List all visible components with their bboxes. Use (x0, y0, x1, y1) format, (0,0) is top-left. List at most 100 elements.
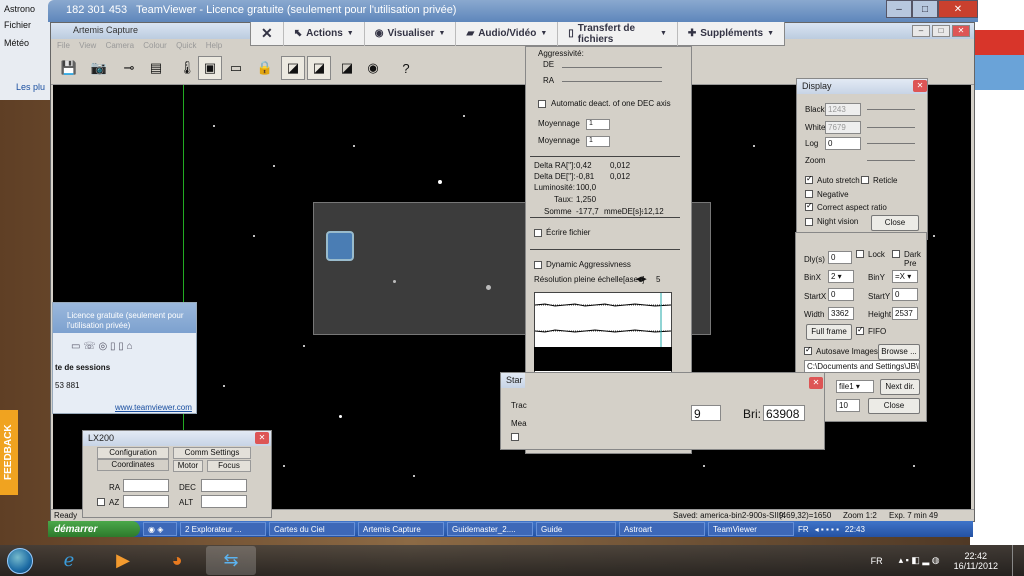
display-icon[interactable]: ▤ (144, 56, 168, 80)
resolution-arrows[interactable]: ◀▶ (636, 275, 647, 283)
close-button[interactable]: Close (868, 398, 920, 414)
colour-wheel-icon[interactable]: ◉ (361, 56, 385, 80)
maximize-button[interactable]: □ (932, 25, 950, 37)
language-indicator[interactable]: FR (798, 525, 809, 534)
count-input[interactable]: 10 (836, 399, 860, 412)
menu-colour[interactable]: Colour (143, 41, 167, 50)
delay-input[interactable]: 0 (828, 251, 852, 264)
view-menu[interactable]: ◉ Visualiser ▼ (365, 21, 457, 46)
subframe-icon[interactable]: ▭ (224, 56, 248, 80)
start-button[interactable] (0, 545, 40, 576)
minimize-button[interactable]: – (912, 25, 930, 37)
aspect-ratio-checkbox[interactable] (805, 201, 813, 211)
close-icon[interactable]: ✕ (255, 432, 269, 444)
white-input[interactable]: 7679 (825, 121, 861, 134)
feedback-tab[interactable]: FEEDBACK (0, 410, 18, 495)
autosave-checkbox[interactable] (804, 345, 812, 355)
ra-slider[interactable] (562, 81, 662, 82)
tab-coordinates[interactable]: Coordinates (97, 459, 169, 471)
tab-configuration[interactable]: Configuration (97, 447, 169, 459)
tray-icons[interactable]: ◂ ▪ ▪ ▪ ▪ (815, 525, 839, 534)
taskbar-item[interactable]: Astroart (619, 522, 705, 536)
quick-launch[interactable]: ◉ ◈ (143, 522, 177, 536)
full-frame-button[interactable]: Full frame (806, 324, 852, 340)
close-icon[interactable]: ✕ (809, 377, 823, 389)
de-slider[interactable] (562, 67, 662, 68)
browse-button[interactable]: Browse ... (878, 344, 920, 360)
focus-icon[interactable]: ▣ (198, 56, 222, 80)
extras-menu[interactable]: ✚ Suppléments ▼ (678, 22, 784, 46)
teamviewer-link[interactable]: www.teamviewer.com (115, 403, 192, 412)
fifo-checkbox[interactable] (856, 325, 864, 335)
telescope-icon[interactable]: ⊸ (117, 56, 141, 80)
black-input[interactable]: 1243 (825, 103, 861, 116)
temperature-icon[interactable]: 🌡 (175, 56, 199, 80)
stat-checkbox[interactable] (511, 433, 519, 441)
auto-deact-checkbox[interactable] (538, 100, 546, 108)
teamviewer-close-button[interactable]: ✕ (251, 21, 284, 46)
log-slider[interactable] (867, 143, 915, 144)
lock-icon[interactable]: 🔒 (253, 56, 277, 80)
maximize-button[interactable]: □ (912, 0, 938, 18)
lock-checkbox[interactable] (856, 250, 864, 258)
taskbar-item[interactable]: TeamViewer (708, 522, 794, 536)
ra-input[interactable] (123, 479, 169, 492)
width-input[interactable]: 3362 (828, 307, 854, 320)
negative-checkbox[interactable] (805, 190, 813, 198)
tab-focus[interactable]: Focus (207, 460, 251, 472)
white-slider[interactable] (867, 127, 915, 128)
menu-camera[interactable]: Camera (106, 41, 134, 50)
starty-input[interactable]: 0 (892, 288, 918, 301)
height-input[interactable]: 2537 (892, 307, 918, 320)
zoom-slider[interactable] (867, 160, 915, 161)
close-icon[interactable]: ✕ (913, 80, 927, 92)
file-transfer-menu[interactable]: ▯ Transfert de fichiers ▼ (558, 21, 678, 46)
dark-checkbox[interactable] (892, 250, 900, 258)
menu-quick[interactable]: Quick (176, 41, 196, 50)
help-icon[interactable]: ? (394, 56, 418, 80)
taskbar-item[interactable]: Guidemaster_2.... (447, 522, 533, 536)
alt-input[interactable] (201, 495, 247, 508)
remote-start-button[interactable]: démarrer (48, 521, 140, 537)
notice-icons[interactable]: ▭ ☏ ◎ ▯ ▯ ⌂ (71, 341, 133, 352)
ie-icon[interactable]: ℯ (44, 546, 94, 575)
teamviewer-icon[interactable]: ⇆ (206, 546, 256, 575)
taskbar-item[interactable]: Cartes du Ciel (269, 522, 355, 536)
file-name-select[interactable]: file1 ▾ (836, 380, 874, 393)
close-button[interactable]: Close (871, 215, 919, 231)
log-input[interactable]: 0 (825, 137, 861, 150)
tray-icons[interactable]: ▴ ▪ ◧ ▂ ◍ (899, 555, 940, 566)
capture-seq-icon[interactable]: ◪ (335, 56, 359, 80)
tab-motor[interactable]: Motor (173, 460, 203, 472)
dynamic-aggr-checkbox[interactable] (534, 261, 542, 269)
moyennage-spinner[interactable]: 1 (586, 136, 610, 147)
black-slider[interactable] (867, 109, 915, 110)
biny-select[interactable]: =X ▾ (892, 270, 918, 283)
dec-input[interactable] (201, 479, 247, 492)
startx-input[interactable]: 0 (828, 288, 854, 301)
language-indicator[interactable]: FR (871, 556, 883, 566)
moyennage-spinner[interactable]: 1 (586, 119, 610, 130)
save-icon[interactable]: 💾 (57, 56, 81, 80)
menu-help[interactable]: Help (206, 41, 222, 50)
taskbar-item[interactable]: Artemis Capture (358, 522, 444, 536)
az-input[interactable] (123, 495, 169, 508)
taskbar-item[interactable]: Guide (536, 522, 616, 536)
menu-file[interactable]: File (57, 41, 70, 50)
reticle-checkbox[interactable] (861, 176, 869, 184)
tab-comm-settings[interactable]: Comm Settings (173, 447, 251, 459)
audio-video-menu[interactable]: ▰ Audio/Vidéo ▼ (456, 21, 559, 46)
camera-icon[interactable]: 📷 (87, 56, 111, 80)
menu-view[interactable]: View (79, 41, 96, 50)
capture-icon[interactable]: ◪ (281, 56, 305, 80)
write-file-checkbox[interactable] (534, 229, 542, 237)
firefox-icon[interactable]: ◕ (152, 546, 202, 575)
minimize-button[interactable]: – (886, 0, 912, 18)
night-vision-checkbox[interactable] (805, 218, 813, 226)
media-player-icon[interactable]: ▶ (98, 546, 148, 575)
capture-loop-icon[interactable]: ◪ (307, 56, 331, 80)
next-dir-button[interactable]: Next dir. (880, 379, 920, 395)
taskbar-item[interactable]: 2 Explorateur ... (180, 522, 266, 536)
actions-menu[interactable]: ⬉ Actions ▼ (284, 21, 365, 46)
show-desktop-button[interactable] (1012, 545, 1024, 576)
